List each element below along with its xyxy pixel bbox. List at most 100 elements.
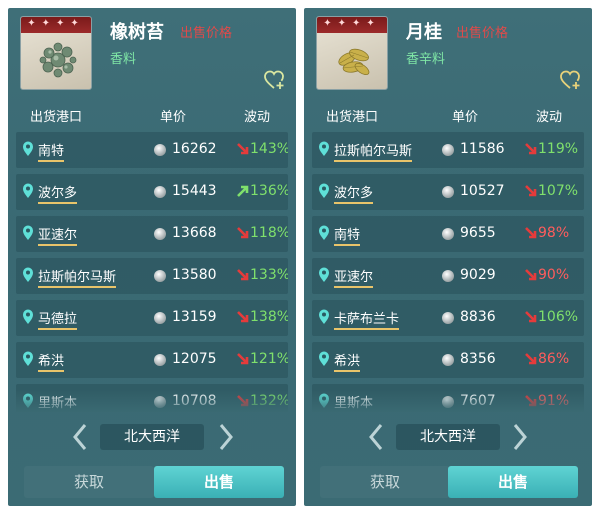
table-row[interactable]: 卡萨布兰卡 8836 106% [312,300,584,336]
port-name[interactable]: 南特 [38,140,65,162]
item-thumbnail[interactable]: ✦✦✦✦ [316,16,388,90]
change-percent: 106% [538,309,579,325]
change-percent: 133% [250,267,288,283]
silver-coin-icon [442,312,454,324]
table-row[interactable]: 拉斯帕尔马斯 11586 119% [312,132,584,168]
unit-price: 7607 [460,393,496,409]
heart-plus-icon[interactable] [560,70,582,90]
silver-coin-icon [442,354,454,366]
silver-coin-icon [442,396,454,408]
unit-price: 16262 [172,141,217,157]
trend-down-arrow-icon [237,353,249,365]
unit-price: 15443 [172,183,217,199]
port-name[interactable]: 希洪 [334,350,361,372]
location-pin-icon [23,309,33,324]
silver-coin-icon [154,396,166,408]
port-name[interactable]: 亚速尔 [334,266,374,288]
silver-coin-icon [442,270,454,282]
table-row[interactable]: 亚速尔 9029 90% [312,258,584,294]
column-header-port: 出货港口 [326,110,379,125]
table-row[interactable]: 南特 9655 98% [312,216,584,252]
port-name[interactable]: 里斯本 [38,392,77,412]
item-name: 橡树苔 [110,22,164,43]
chevron-left-icon[interactable] [368,422,384,452]
port-name[interactable]: 拉斯帕尔马斯 [334,140,413,162]
trend-down-arrow-icon [525,269,537,281]
trend-down-arrow-icon [237,311,249,323]
port-name[interactable]: 波尔多 [38,182,78,204]
silver-coin-icon [154,312,166,324]
location-pin-icon [319,393,329,408]
table-row[interactable]: 波尔多 10527 107% [312,174,584,210]
location-pin-icon [23,183,33,198]
region-selector[interactable]: 北大西洋 [100,424,204,450]
table-row[interactable]: 南特 16262 143% [16,132,288,168]
tab-get[interactable]: 获取 [24,466,154,498]
sell-price-label: 出售价格 [456,26,509,41]
port-name[interactable]: 里斯本 [334,392,373,412]
unit-price: 13580 [172,267,217,283]
rarity-banner: ✦✦✦✦ [21,17,91,33]
port-name[interactable]: 卡萨布兰卡 [334,308,400,330]
rarity-banner: ✦✦✦✦ [317,17,387,33]
change-percent: 91% [538,393,570,409]
silver-coin-icon [442,228,454,240]
rarity-stars: ✦✦✦✦ [323,18,381,29]
rarity-stars: ✦✦✦✦ [27,18,85,29]
item-name: 月桂 [406,22,442,43]
column-header-change: 波动 [536,110,563,125]
table-row[interactable]: 亚速尔 13668 118% [16,216,288,252]
tab-sell[interactable]: 出售 [154,466,284,498]
chevron-right-icon[interactable] [512,422,528,452]
trend-down-arrow-icon [237,143,249,155]
port-price-list[interactable]: 拉斯帕尔马斯 11586 119% 波尔多 10527 107% 南特 9655… [312,132,584,412]
table-row[interactable]: 里斯本 10708 132% [16,384,288,412]
region-selector[interactable]: 北大西洋 [396,424,500,450]
port-name[interactable]: 马德拉 [38,308,78,330]
table-row[interactable]: 波尔多 15443 136% [16,174,288,210]
table-row[interactable]: 里斯本 7607 91% [312,384,584,412]
location-pin-icon [319,267,329,282]
change-percent: 98% [538,225,570,241]
item-thumbnail[interactable]: ✦✦✦✦ [20,16,92,90]
trend-down-arrow-icon [237,395,249,407]
chevron-right-icon[interactable] [218,422,234,452]
table-row[interactable]: 希洪 12075 121% [16,342,288,378]
port-price-list[interactable]: 南特 16262 143% 波尔多 15443 136% 亚速尔 13668 1… [16,132,288,412]
change-percent: 107% [538,183,579,199]
unit-price: 13159 [172,309,217,325]
trend-down-arrow-icon [525,143,537,155]
tab-get[interactable]: 获取 [320,466,450,498]
location-pin-icon [319,351,329,366]
location-pin-icon [23,141,33,156]
change-percent: 86% [538,351,570,367]
item-category: 香料 [110,52,137,67]
trade-panel-laurel: ✦✦✦✦ 月桂 出售价格 香辛料 出货港口 单价 波动 拉斯帕尔马斯 11586 [304,8,592,506]
port-name[interactable]: 拉斯帕尔马斯 [38,266,117,288]
table-row[interactable]: 马德拉 13159 138% [16,300,288,336]
trend-down-arrow-icon [237,227,249,239]
silver-coin-icon [442,186,454,198]
chevron-left-icon[interactable] [72,422,88,452]
location-pin-icon [23,267,33,282]
trend-up-arrow-icon [237,185,249,197]
tab-sell[interactable]: 出售 [448,466,578,498]
silver-coin-icon [154,354,166,366]
unit-price: 12075 [172,351,217,367]
port-name[interactable]: 希洪 [38,350,65,372]
column-header-port: 出货港口 [30,110,83,125]
trend-down-arrow-icon [525,227,537,239]
trend-down-arrow-icon [525,185,537,197]
table-row[interactable]: 拉斯帕尔马斯 13580 133% [16,258,288,294]
trade-panel-oakmoss: ✦✦✦✦ 橡树苔 出售价格 香料 出货港口 单价 波动 南特 16262 143… [8,8,296,506]
unit-price: 8356 [460,351,496,367]
trend-down-arrow-icon [525,395,537,407]
heart-plus-icon[interactable] [264,70,286,90]
port-name[interactable]: 波尔多 [334,182,374,204]
port-name[interactable]: 亚速尔 [38,224,78,246]
port-name[interactable]: 南特 [334,224,361,246]
table-row[interactable]: 希洪 8356 86% [312,342,584,378]
location-pin-icon [319,141,329,156]
change-percent: 121% [250,351,288,367]
unit-price: 9029 [460,267,496,283]
